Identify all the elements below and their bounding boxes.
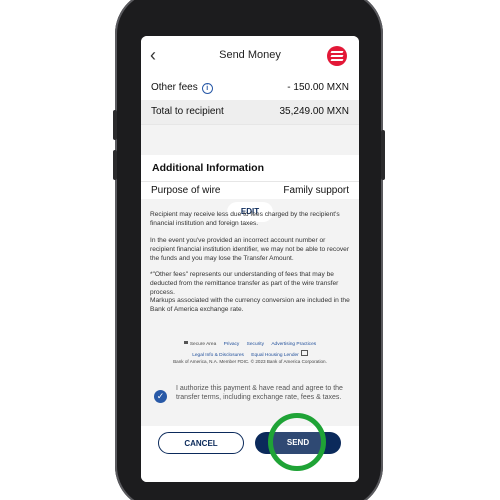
legal-link[interactable]: Legal Info & Disclosures <box>192 353 244 358</box>
app-screen: ‹ Send Money Other fees i - 150.00 MXN To… <box>141 36 359 482</box>
bank-logo-icon <box>327 46 347 66</box>
footer-links: Legal Info & Disclosures Equal Housing L… <box>141 350 359 358</box>
phone-side-button <box>381 130 385 180</box>
disclaimer-text: Markups associated with the currency con… <box>150 297 350 313</box>
total-value: 35,249.00 MXN <box>279 106 350 117</box>
purpose-label: Purpose of wire <box>151 185 221 196</box>
info-icon[interactable]: i <box>201 83 213 94</box>
cancel-button[interactable]: CANCEL <box>158 432 244 454</box>
lock-icon <box>183 341 188 344</box>
section-heading: Additional Information <box>141 155 359 181</box>
authorize-checkbox[interactable]: ✓ <box>154 390 167 403</box>
other-fees-label: Other fees <box>151 82 198 93</box>
purpose-value: Family support <box>283 185 349 196</box>
action-bar: CANCEL SEND <box>141 426 359 482</box>
purpose-row: Purpose of wire Family support <box>141 181 359 201</box>
other-fees-value: - 150.00 MXN <box>287 82 349 93</box>
copyright-text: Bank of America, N.A. Member FDIC. © 202… <box>173 359 327 364</box>
top-bar: ‹ Send Money <box>141 36 359 77</box>
send-highlight-ring <box>268 413 326 471</box>
house-icon <box>300 350 308 356</box>
equal-housing-link[interactable]: Equal Housing Lender <box>251 353 298 358</box>
security-link[interactable]: Security <box>247 342 264 347</box>
privacy-link[interactable]: Privacy <box>224 342 240 347</box>
disclaimer-text: Recipient may receive less due to fees c… <box>150 211 340 227</box>
footer-links: Secure Area Privacy Security Advertising… <box>141 341 359 347</box>
disclaimer-text: In the event you've provided an incorrec… <box>150 237 350 262</box>
secure-area-label: Secure Area <box>189 342 217 347</box>
total-label: Total to recipient <box>151 106 224 117</box>
disclaimer-text: *"Other fees" represents our understandi… <box>150 271 339 296</box>
advertising-link[interactable]: Advertising Practices <box>271 342 316 347</box>
authorization-text: I authorize this payment & have read and… <box>176 385 343 401</box>
phone-side-button <box>113 150 117 180</box>
additional-info-heading: Additional Information <box>152 162 264 174</box>
total-row: Total to recipient 35,249.00 MXN <box>141 100 359 125</box>
other-fees-row: Other fees i - 150.00 MXN <box>141 76 359 101</box>
phone-side-button <box>113 110 117 140</box>
